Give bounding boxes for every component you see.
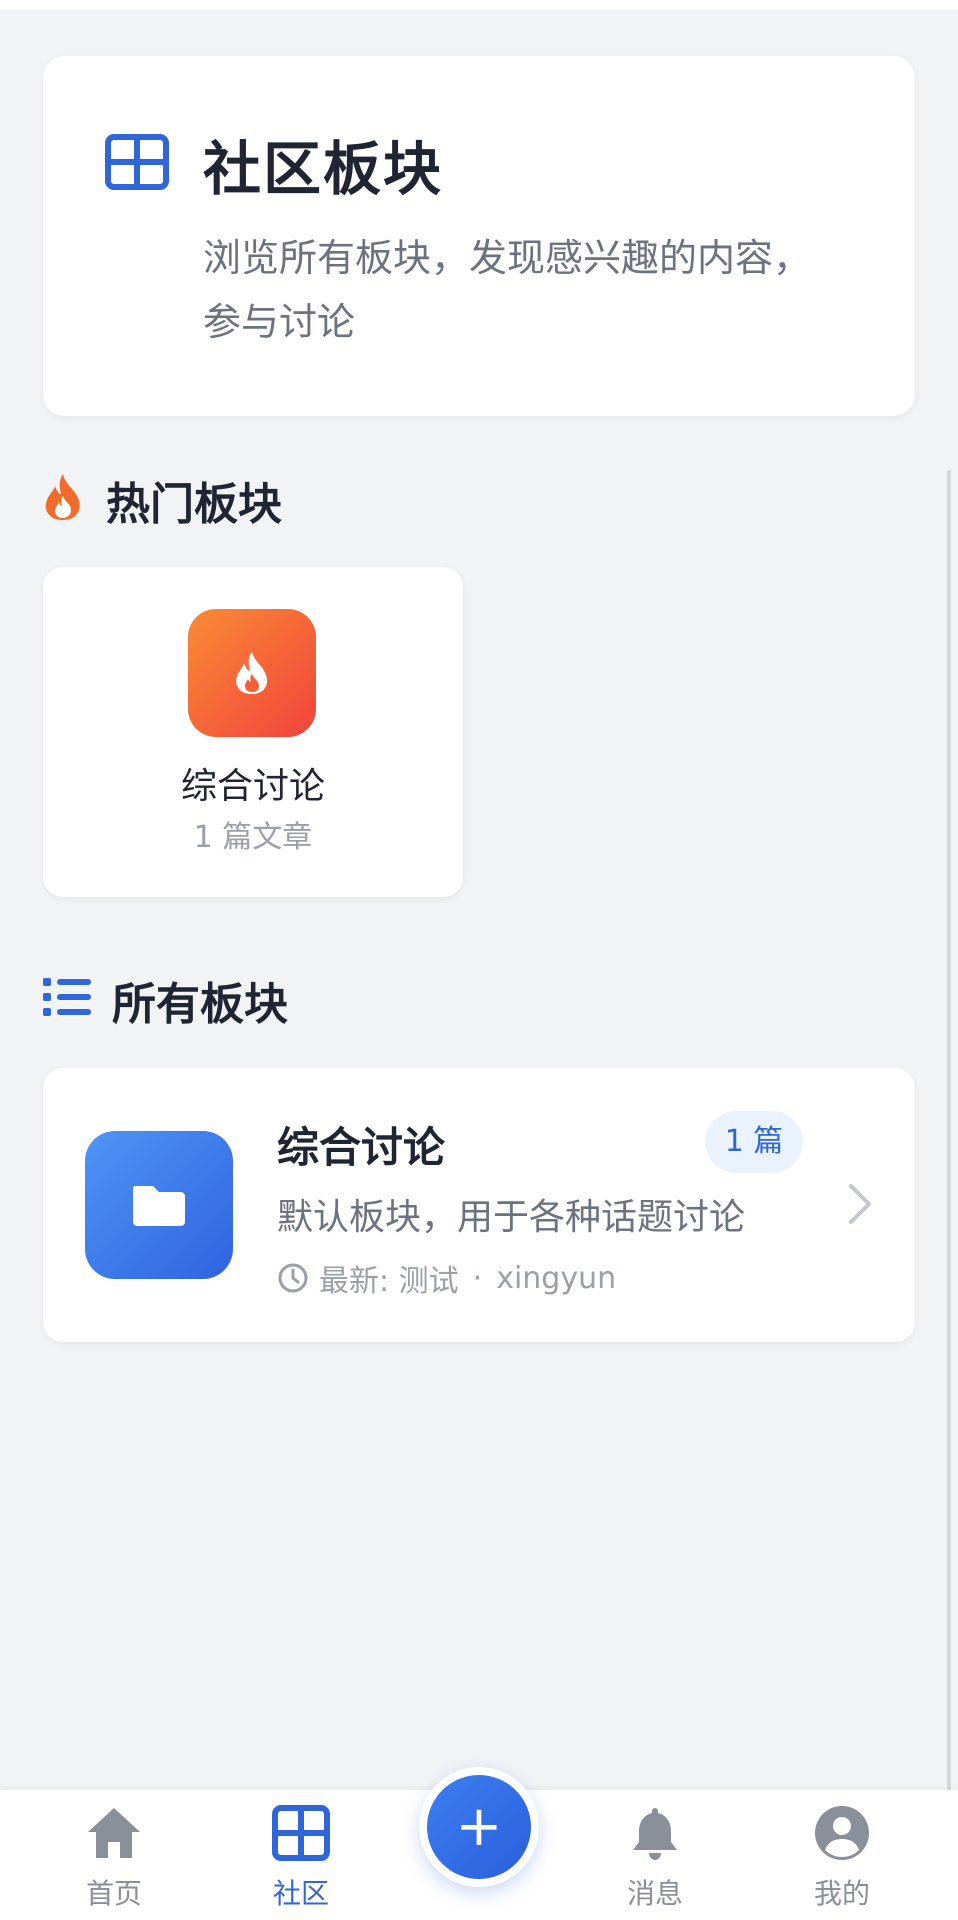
hot-section-title: 热门板块 xyxy=(106,479,282,530)
bell-icon xyxy=(633,1808,677,1860)
board-name: 综合讨论 xyxy=(277,1123,446,1172)
create-post-button[interactable]: + xyxy=(419,1767,539,1887)
nav-item-home[interactable]: 首页 xyxy=(44,1790,184,1920)
header-card: 社区板块 浏览所有板块，发现感兴趣的内容，参与讨论 xyxy=(43,56,915,416)
all-section-title: 所有板块 xyxy=(112,979,288,1030)
nav-item-profile[interactable]: 我的 xyxy=(772,1790,912,1920)
list-icon xyxy=(43,978,91,1016)
board-description: 默认板块，用于各种话题讨论 xyxy=(277,1197,746,1238)
latest-post-author[interactable]: xingyun xyxy=(496,1261,616,1296)
user-icon xyxy=(815,1806,869,1860)
post-count-badge: 1 篇 xyxy=(705,1111,803,1173)
clock-icon xyxy=(278,1263,308,1293)
nav-item-community[interactable]: 社区 xyxy=(231,1790,371,1920)
latest-post-title[interactable]: 最新: 测试 xyxy=(319,1256,459,1300)
nav-label: 社区 xyxy=(272,1877,329,1910)
flame-icon xyxy=(45,474,80,520)
plus-icon: + xyxy=(427,1775,531,1879)
scrollbar[interactable] xyxy=(947,470,951,1790)
hot-board-name: 综合讨论 xyxy=(180,766,325,807)
grid-icon xyxy=(272,1805,330,1861)
nav-label: 消息 xyxy=(626,1877,683,1910)
page-title: 社区板块 xyxy=(203,135,444,203)
nav-item-messages[interactable]: 消息 xyxy=(585,1790,725,1920)
chevron-right-icon xyxy=(849,1184,871,1224)
page-description: 浏览所有板块，发现感兴趣的内容，参与讨论 xyxy=(203,236,812,344)
board-latest-post: 最新: 测试 · xingyun xyxy=(277,1256,616,1300)
flame-icon xyxy=(236,652,268,694)
folder-icon xyxy=(133,1186,185,1226)
home-icon xyxy=(88,1808,140,1858)
board-icon-tile xyxy=(188,609,316,737)
grid-icon xyxy=(105,134,169,190)
board-icon-tile xyxy=(85,1131,233,1279)
status-bar-area xyxy=(0,0,958,10)
hot-board-card[interactable]: 综合讨论 1 篇文章 xyxy=(43,567,463,897)
separator-dot: · xyxy=(472,1260,483,1296)
nav-label: 首页 xyxy=(85,1877,142,1910)
hot-board-count: 1 篇文章 xyxy=(193,820,313,855)
board-list-item[interactable]: 综合讨论 1 篇 默认板块，用于各种话题讨论 最新: 测试 · xingyun xyxy=(43,1068,915,1342)
nav-label: 我的 xyxy=(813,1877,870,1910)
